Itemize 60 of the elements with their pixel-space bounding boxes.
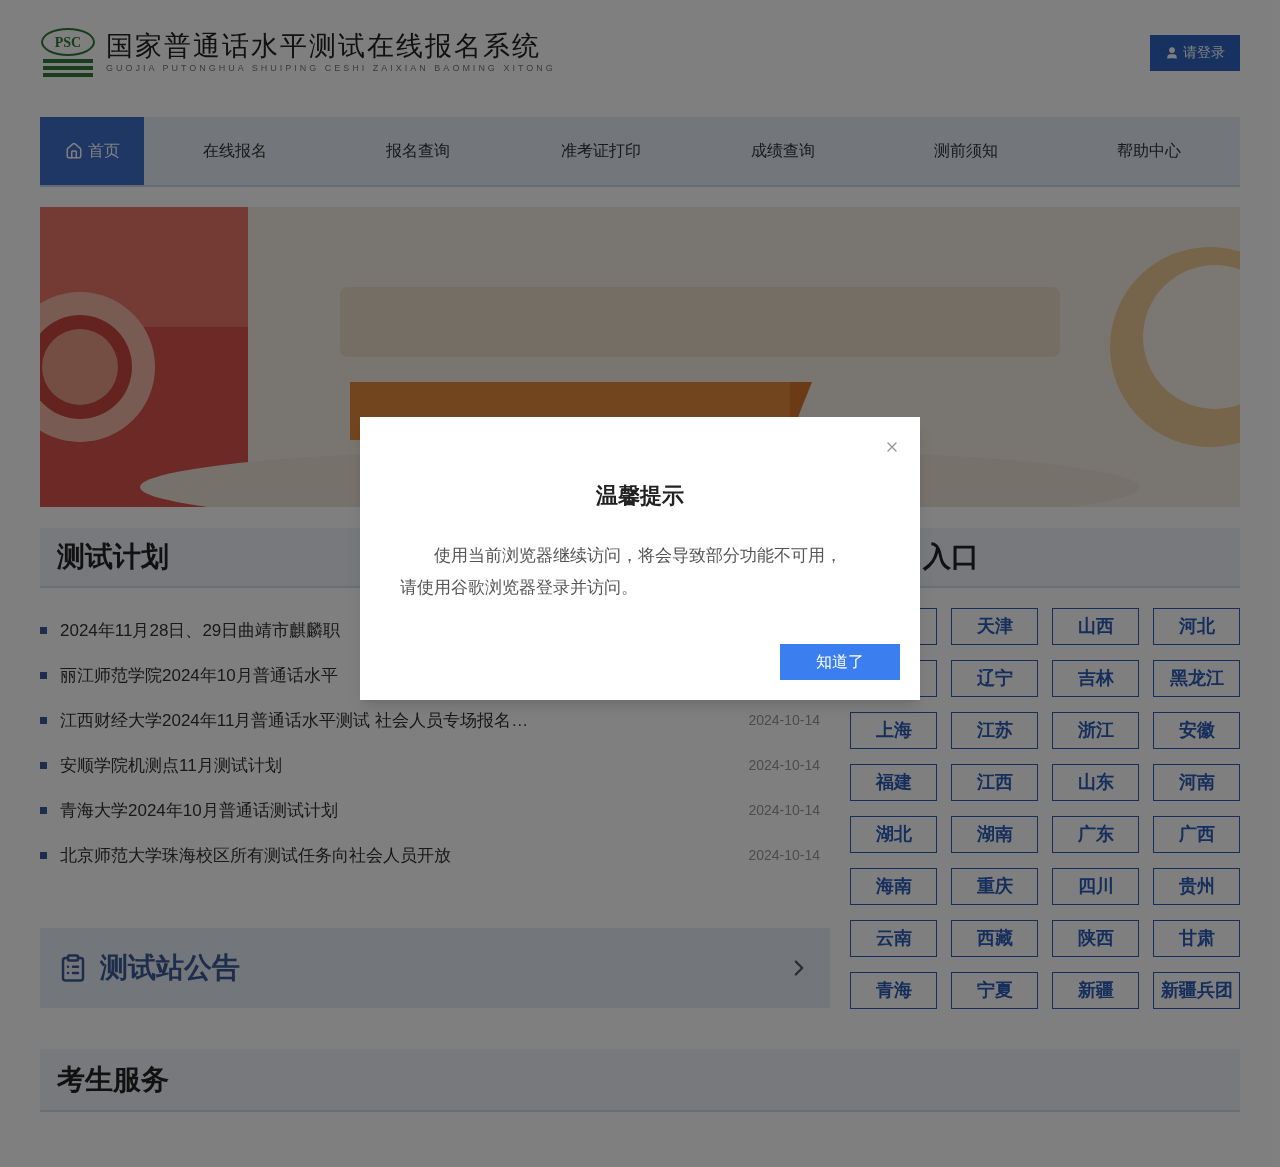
nav-tab[interactable]: 首页 — [40, 117, 144, 185]
login-button[interactable]: 请登录 — [1150, 34, 1240, 71]
province-button[interactable]: 陕西 — [1052, 920, 1139, 957]
province-button[interactable]: 新疆兵团 — [1153, 972, 1240, 1009]
user-icon — [1165, 45, 1179, 60]
province-button[interactable]: 上海 — [850, 712, 937, 749]
plan-link[interactable]: 北京师范大学珠海校区所有测试任务向社会人员开放 — [60, 842, 749, 869]
province-button[interactable]: 江西 — [951, 764, 1038, 801]
province-button[interactable]: 江苏 — [951, 712, 1038, 749]
home-icon — [64, 142, 83, 160]
province-button[interactable]: 河北 — [1153, 608, 1240, 645]
section-title: 入口 — [923, 540, 979, 574]
province-button[interactable]: 四川 — [1052, 868, 1139, 905]
province-button[interactable]: 湖北 — [850, 816, 937, 853]
nav-tab[interactable]: 成绩查询 — [692, 117, 875, 185]
logo: PSC — [40, 28, 96, 77]
province-button[interactable]: 云南 — [850, 920, 937, 957]
province-button[interactable]: 重庆 — [951, 868, 1038, 905]
province-button[interactable]: 安徽 — [1153, 712, 1240, 749]
site-title: 国家普通话水平测试在线报名系统 — [106, 29, 542, 62]
bullet-icon — [40, 762, 47, 769]
bullet-icon — [40, 807, 47, 814]
province-button[interactable]: 天津 — [951, 608, 1038, 645]
plan-link[interactable]: 江西财经大学2024年11月普通话水平测试 社会人员专场报名… — [60, 707, 749, 734]
notice-card[interactable]: 测试站公告 — [40, 928, 830, 1008]
nav-tab[interactable]: 准考证打印 — [509, 117, 692, 185]
plan-link[interactable]: 安顺学院机测点11月测试计划 — [60, 752, 749, 779]
bullet-icon — [40, 852, 47, 859]
province-button[interactable]: 河南 — [1153, 764, 1240, 801]
province-button[interactable]: 湖南 — [951, 816, 1038, 853]
province-button[interactable]: 辽宁 — [951, 660, 1038, 697]
province-button[interactable]: 青海 — [850, 972, 937, 1009]
province-button[interactable]: 山西 — [1052, 608, 1139, 645]
section-title: 测试计划 — [57, 540, 169, 574]
province-button[interactable]: 西藏 — [951, 920, 1038, 957]
nav-tab[interactable]: 在线报名 — [144, 117, 327, 185]
dialog-title: 温馨提示 — [595, 482, 685, 510]
bullet-icon — [40, 672, 47, 679]
province-button[interactable]: 浙江 — [1052, 712, 1139, 749]
site-subtitle: GUOJIA PUTONGHUA SHUIPING CESHI ZAIXIAN BAOMING XITONG — [106, 61, 556, 75]
province-button[interactable]: 吉林 — [1052, 660, 1139, 697]
province-button[interactable]: 贵州 — [1153, 868, 1240, 905]
nav-tab[interactable]: 帮助中心 — [1057, 117, 1241, 185]
province-button[interactable]: 黑龙江 — [1153, 660, 1240, 697]
nav-tab[interactable]: 报名查询 — [326, 117, 510, 185]
plan-link[interactable]: 青海大学2024年10月普通话测试计划 — [60, 797, 749, 824]
province-button[interactable]: 新疆 — [1052, 972, 1139, 1009]
province-button[interactable]: 广西 — [1153, 816, 1240, 853]
province-button[interactable]: 福建 — [850, 764, 937, 801]
province-button[interactable]: 海南 — [850, 868, 937, 905]
province-button[interactable]: 广东 — [1052, 816, 1139, 853]
bullet-icon — [40, 627, 47, 634]
province-button[interactable]: 宁夏 — [951, 972, 1038, 1009]
section-title: 考生服务 — [57, 1062, 169, 1097]
dialog-message: 使用当前浏览器继续访问，将会导致部分功能不可用，请使用谷歌浏览器登录并访问。 — [400, 545, 843, 599]
province-button[interactable]: 山东 — [1052, 764, 1139, 801]
province-button[interactable]: 甘肃 — [1153, 920, 1240, 957]
confirm-button[interactable]: 知道了 — [780, 644, 900, 680]
bullet-icon — [40, 717, 47, 724]
nav-tab[interactable]: 测前须知 — [874, 117, 1058, 185]
